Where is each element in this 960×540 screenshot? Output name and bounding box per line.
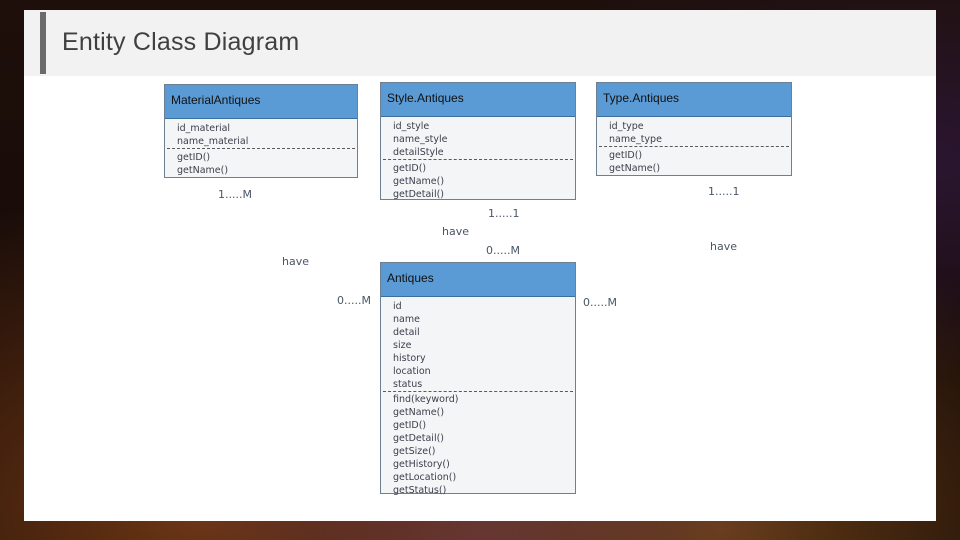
attribute: id_material <box>177 123 231 134</box>
multiplicity-style-antiques: 0.....M <box>486 244 520 257</box>
method: getID() <box>393 420 427 431</box>
method: getName() <box>393 176 445 187</box>
class-material-antiques: MaterialAntiques id_material name_materi… <box>164 84 358 178</box>
method: getLocation() <box>393 472 457 483</box>
relation-label-style: have <box>442 225 469 238</box>
attribute-list: id_material name_material <box>177 122 248 148</box>
method: getID() <box>609 150 643 161</box>
attribute: name <box>393 314 420 325</box>
attribute: status <box>393 379 423 390</box>
method: getID() <box>177 152 211 163</box>
class-name: Style.Antiques <box>381 83 575 117</box>
multiplicity-material-antiques: 0.....M <box>337 294 371 307</box>
method: getStatus() <box>393 485 447 496</box>
method: getDetail() <box>393 433 444 444</box>
compartment-divider <box>599 146 789 147</box>
compartment-divider <box>383 159 573 160</box>
multiplicity-type-antiques: 0.....M <box>583 296 617 309</box>
compartment-divider <box>167 148 355 149</box>
attribute: name_material <box>177 136 249 147</box>
slide: Entity Class Diagram MaterialAntiques id… <box>24 10 936 521</box>
attribute-list: id name detail size history location sta… <box>393 300 431 391</box>
method: getName() <box>393 407 445 418</box>
method: find(keyword) <box>393 394 459 405</box>
attribute: id <box>393 301 402 312</box>
class-type-antiques: Type.Antiques id_type name_type getID() … <box>596 82 792 176</box>
class-name: Antiques <box>381 263 575 297</box>
relation-label-type: have <box>710 240 737 253</box>
attribute: name_type <box>609 134 662 145</box>
class-style-antiques: Style.Antiques id_style name_style detai… <box>380 82 576 200</box>
multiplicity-type: 1.....1 <box>708 185 740 198</box>
attribute: location <box>393 366 431 377</box>
method: getName() <box>609 163 661 174</box>
attribute-list: id_style name_style detailStyle <box>393 120 447 159</box>
attribute: id_style <box>393 121 430 132</box>
attribute: size <box>393 340 412 351</box>
method-list: getID() getName() getDetail() <box>393 162 444 201</box>
attribute: detail <box>393 327 420 338</box>
method: getName() <box>177 165 229 176</box>
method-list: find(keyword) getName() getID() getDetai… <box>393 393 458 497</box>
class-diagram: MaterialAntiques id_material name_materi… <box>24 10 936 521</box>
attribute: name_style <box>393 134 448 145</box>
relation-label-material: have <box>282 255 309 268</box>
class-name: Type.Antiques <box>597 83 791 117</box>
method-list: getID() getName() <box>177 151 228 177</box>
attribute-list: id_type name_type <box>609 120 662 146</box>
attribute: history <box>393 353 426 364</box>
class-antiques: Antiques id name detail size history loc… <box>380 262 576 497</box>
multiplicity-style: 1.....1 <box>488 207 520 220</box>
method: getDetail() <box>393 189 444 200</box>
multiplicity-material: 1.....M <box>218 188 252 201</box>
method: getHistory() <box>393 459 450 470</box>
compartment-divider <box>383 391 573 392</box>
class-name: MaterialAntiques <box>165 85 357 119</box>
attribute: id_type <box>609 121 644 132</box>
method: getSize() <box>393 446 436 457</box>
attribute: detailStyle <box>393 147 444 158</box>
method: getID() <box>393 163 427 174</box>
method-list: getID() getName() <box>609 149 660 175</box>
